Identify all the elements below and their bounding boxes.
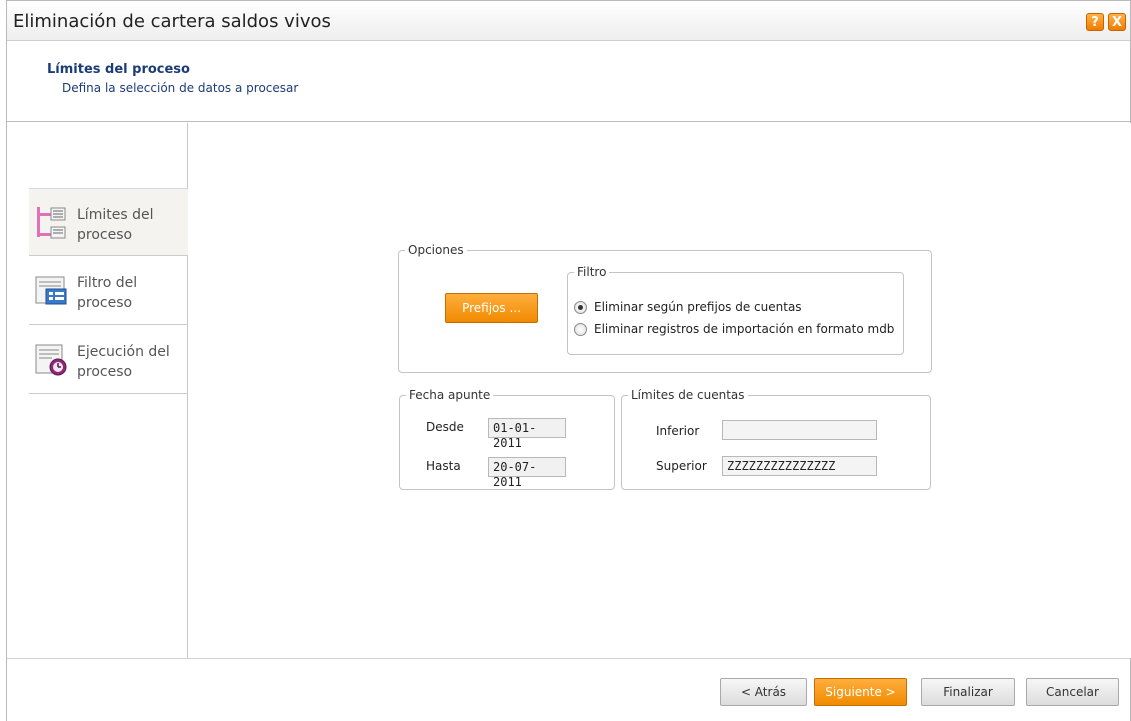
filter-list-icon — [35, 276, 67, 305]
filtro-group: Filtro Eliminar según prefijos de cuenta… — [567, 265, 904, 355]
inferior-label: Inferior — [656, 424, 700, 438]
window-title: Eliminación de cartera saldos vivos — [13, 11, 331, 32]
tree-structure-icon — [37, 207, 66, 239]
fecha-apunte-group: Fecha apunte Desde 01-01-2011 Hasta 20-0… — [399, 388, 615, 490]
desde-label: Desde — [426, 420, 464, 434]
close-icon[interactable]: X — [1108, 13, 1126, 31]
filtro-legend: Filtro — [577, 265, 607, 279]
superior-label: Superior — [656, 459, 707, 473]
wizard-footer: < Atrás Siguiente > Finalizar Cancelar — [7, 658, 1130, 721]
cancel-button[interactable]: Cancelar — [1026, 678, 1119, 706]
radio-mdb-label: Eliminar registros de importación en for… — [594, 322, 895, 336]
radio-mdb-input[interactable] — [574, 323, 587, 336]
steps-sidebar: Límites del proceso Filtro del proceso E… — [7, 123, 188, 658]
sidebar-item-label: Límites del proceso — [77, 207, 154, 243]
opciones-legend: Opciones — [408, 243, 464, 257]
step-content: Opciones Prefijos ... Filtro Eliminar se… — [189, 123, 1131, 658]
sidebar-item-ejecucion[interactable]: Ejecución del proceso — [29, 326, 188, 394]
sidebar-item-label: Ejecución del proceso — [77, 344, 170, 380]
hasta-input[interactable]: 20-07-2011 — [488, 457, 566, 489]
hasta-label: Hasta — [426, 459, 461, 473]
alarm-clock-icon — [35, 344, 67, 376]
finish-button[interactable]: Finalizar — [921, 678, 1015, 706]
title-bar: Eliminación de cartera saldos vivos ? X — [7, 1, 1130, 41]
help-icon[interactable]: ? — [1086, 13, 1104, 31]
inferior-input[interactable] — [722, 420, 877, 440]
sidebar-item-filtro[interactable]: Filtro del proceso — [29, 257, 188, 325]
prefijos-button-label: Prefijos ... — [462, 301, 521, 315]
sidebar-item-limites[interactable]: Límites del proceso — [29, 188, 188, 256]
superior-input[interactable]: ZZZZZZZZZZZZZZZ — [722, 456, 877, 476]
sidebar-item-label: Filtro del proceso — [77, 275, 138, 311]
fecha-apunte-legend: Fecha apunte — [409, 388, 491, 402]
step-header: Límites del proceso Defina la selección … — [7, 42, 1130, 122]
prefijos-button[interactable]: Prefijos ... — [445, 293, 538, 323]
next-button[interactable]: Siguiente > — [814, 678, 907, 706]
radio-prefijos-label: Eliminar según prefijos de cuentas — [594, 300, 802, 314]
opciones-group: Opciones Prefijos ... Filtro Eliminar se… — [398, 243, 932, 373]
limites-cuentas-legend: Límites de cuentas — [631, 388, 745, 402]
step-subtitle: Defina la selección de datos a procesar — [62, 81, 299, 95]
radio-prefijos-input[interactable] — [574, 301, 587, 314]
back-button[interactable]: < Atrás — [720, 678, 807, 706]
step-title: Límites del proceso — [47, 62, 190, 77]
limites-cuentas-group: Límites de cuentas Inferior Superior ZZZ… — [621, 388, 931, 490]
desde-input[interactable]: 01-01-2011 — [488, 418, 566, 450]
wizard-window: Eliminación de cartera saldos vivos ? X … — [6, 0, 1131, 721]
